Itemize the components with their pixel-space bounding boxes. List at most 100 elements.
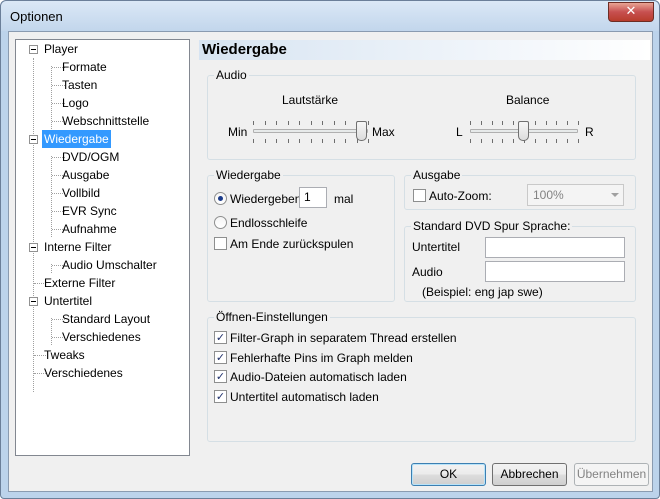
tree-branch-line [51,318,52,345]
slider-tick [502,121,504,125]
tree-item-audio-switcher[interactable]: Audio Umschalter [60,256,159,274]
slider-tick [287,139,289,143]
dvd-language-legend: Standard DVD Spur Sprache: [411,219,573,233]
play-count-radio-label[interactable]: Wiedergeben [230,192,301,206]
loop-radio-label[interactable]: Endlosschleife [230,216,307,230]
volume-slider-thumb[interactable] [356,121,368,141]
tree-item-subtitles-misc[interactable]: Verschiedenes [60,328,143,346]
collapse-internal-filters-icon[interactable] [29,243,38,252]
slider-tick [368,121,369,125]
autoload-audio-checkbox[interactable]: ✓ [214,370,227,383]
window-title: Optionen [10,9,63,24]
slider-tick [264,121,266,125]
slider-tick [345,139,346,143]
slider-tick [578,121,579,125]
tree-item-wiedergabe[interactable]: Wiedergabe [42,130,111,148]
check-icon: ✓ [215,331,226,344]
slider-tick [491,139,493,143]
volume-slider-track[interactable] [253,129,368,133]
tree-item-label: Wiedergabe [44,132,109,146]
tree-item-label: Audio Umschalter [62,258,157,272]
tree-item-player[interactable]: Player [42,40,80,58]
report-bad-pins-checkbox[interactable]: ✓ [214,351,227,364]
balance-slider-thumb[interactable] [518,121,529,141]
rewind-label[interactable]: Am Ende zurückspulen [230,237,353,251]
zoom-select-value: 100% [533,188,564,202]
cancel-button[interactable]: Abbrechen [492,463,567,486]
autoload-audio-label[interactable]: Audio-Dateien automatisch laden [230,370,407,384]
slider-tick [513,121,515,125]
slider-tick [567,139,569,143]
rewind-checkbox[interactable] [214,237,227,250]
title-bar[interactable]: Optionen ✕ [1,1,659,31]
tree-item-vollbild[interactable]: Vollbild [60,184,102,202]
slider-tick [368,139,369,143]
tree-item-label: Formate [62,60,107,74]
times-label: mal [334,192,354,206]
play-count-radio[interactable] [214,192,227,205]
dvd-language-group: Standard DVD Spur Sprache: Untertitel Au… [404,219,636,302]
dvd-audio-label: Audio [412,265,443,279]
slider-tick [299,121,300,125]
slider-tick [253,121,254,125]
slider-tick [491,121,493,125]
slider-tick [470,139,471,143]
play-count-input[interactable]: 1 [299,187,327,208]
volume-min-label: Min [228,125,248,139]
autozoom-checkbox[interactable] [413,189,426,202]
autoload-subtitles-checkbox[interactable]: ✓ [214,390,227,403]
tree-item-misc[interactable]: Verschiedenes [42,364,125,382]
tree-item-formate[interactable]: Formate [60,58,109,76]
filter-graph-thread-checkbox[interactable]: ✓ [214,331,227,344]
tree-item-logo[interactable]: Logo [60,94,91,112]
slider-tick [276,139,277,143]
report-bad-pins-label[interactable]: Fehlerhafte Pins im Graph melden [230,351,413,365]
slider-tick [264,139,266,143]
tree-item-aufnahme[interactable]: Aufnahme [60,220,119,238]
tree-branch-line [51,156,52,237]
autoload-subtitles-label[interactable]: Untertitel automatisch laden [230,390,379,404]
tree-item-default-layout[interactable]: Standard Layout [60,310,152,328]
tree-item-subtitles[interactable]: Untertitel [42,292,94,310]
collapse-subtitles-icon[interactable] [29,297,38,306]
slider-tick [534,139,536,143]
slider-tick [310,139,312,143]
tree-item-external-filters[interactable]: Externe Filter [42,274,117,292]
playback-group-legend: Wiedergabe [214,168,283,182]
zoom-select[interactable]: 100% [527,184,624,206]
dvd-subtitle-input[interactable] [485,237,625,258]
collapse-wiedergabe-icon[interactable] [29,135,38,144]
tree-item-tweaks[interactable]: Tweaks [42,346,87,364]
page-title: Wiedergabe [202,41,287,58]
volume-label: Lautstärke [282,93,339,107]
collapse-player-icon[interactable] [29,45,38,54]
output-group-legend: Ausgabe [411,168,463,182]
tree-item-ausgabe[interactable]: Ausgabe [60,166,111,184]
filter-graph-thread-label[interactable]: Filter-Graph in separatem Thread erstell… [230,331,457,345]
slider-tick [299,139,300,143]
slider-tick [322,121,323,125]
dvd-subtitle-label: Untertitel [412,240,461,254]
slider-tick [556,121,558,125]
slider-tick [480,139,482,143]
tree-item-label: Interne Filter [44,240,112,254]
close-button[interactable]: ✕ [608,2,654,22]
tree-item-label: DVD/OGM [62,150,120,164]
dvd-audio-input[interactable] [485,261,625,282]
tree-root-line [33,58,34,392]
apply-button[interactable]: Übernehmen [574,463,649,486]
options-tree: Player Formate Tasten Logo Webschnittste… [15,39,190,456]
slider-tick [545,139,547,143]
ok-button[interactable]: OK [411,463,486,486]
slider-tick [333,139,335,143]
slider-tick [545,121,547,125]
tree-item-tasten[interactable]: Tasten [60,76,99,94]
tree-item-dvd-ogm[interactable]: DVD/OGM [60,148,121,166]
loop-radio[interactable] [214,216,227,229]
tree-item-webschnittstelle[interactable]: Webschnittstelle [60,112,151,130]
tree-item-internal-filters[interactable]: Interne Filter [42,238,113,256]
dvd-language-example: (Beispiel: eng jap swe) [422,285,543,299]
tree-item-evr-sync[interactable]: EVR Sync [60,202,119,220]
autozoom-label[interactable]: Auto-Zoom: [429,189,492,203]
check-icon: ✓ [215,351,226,364]
